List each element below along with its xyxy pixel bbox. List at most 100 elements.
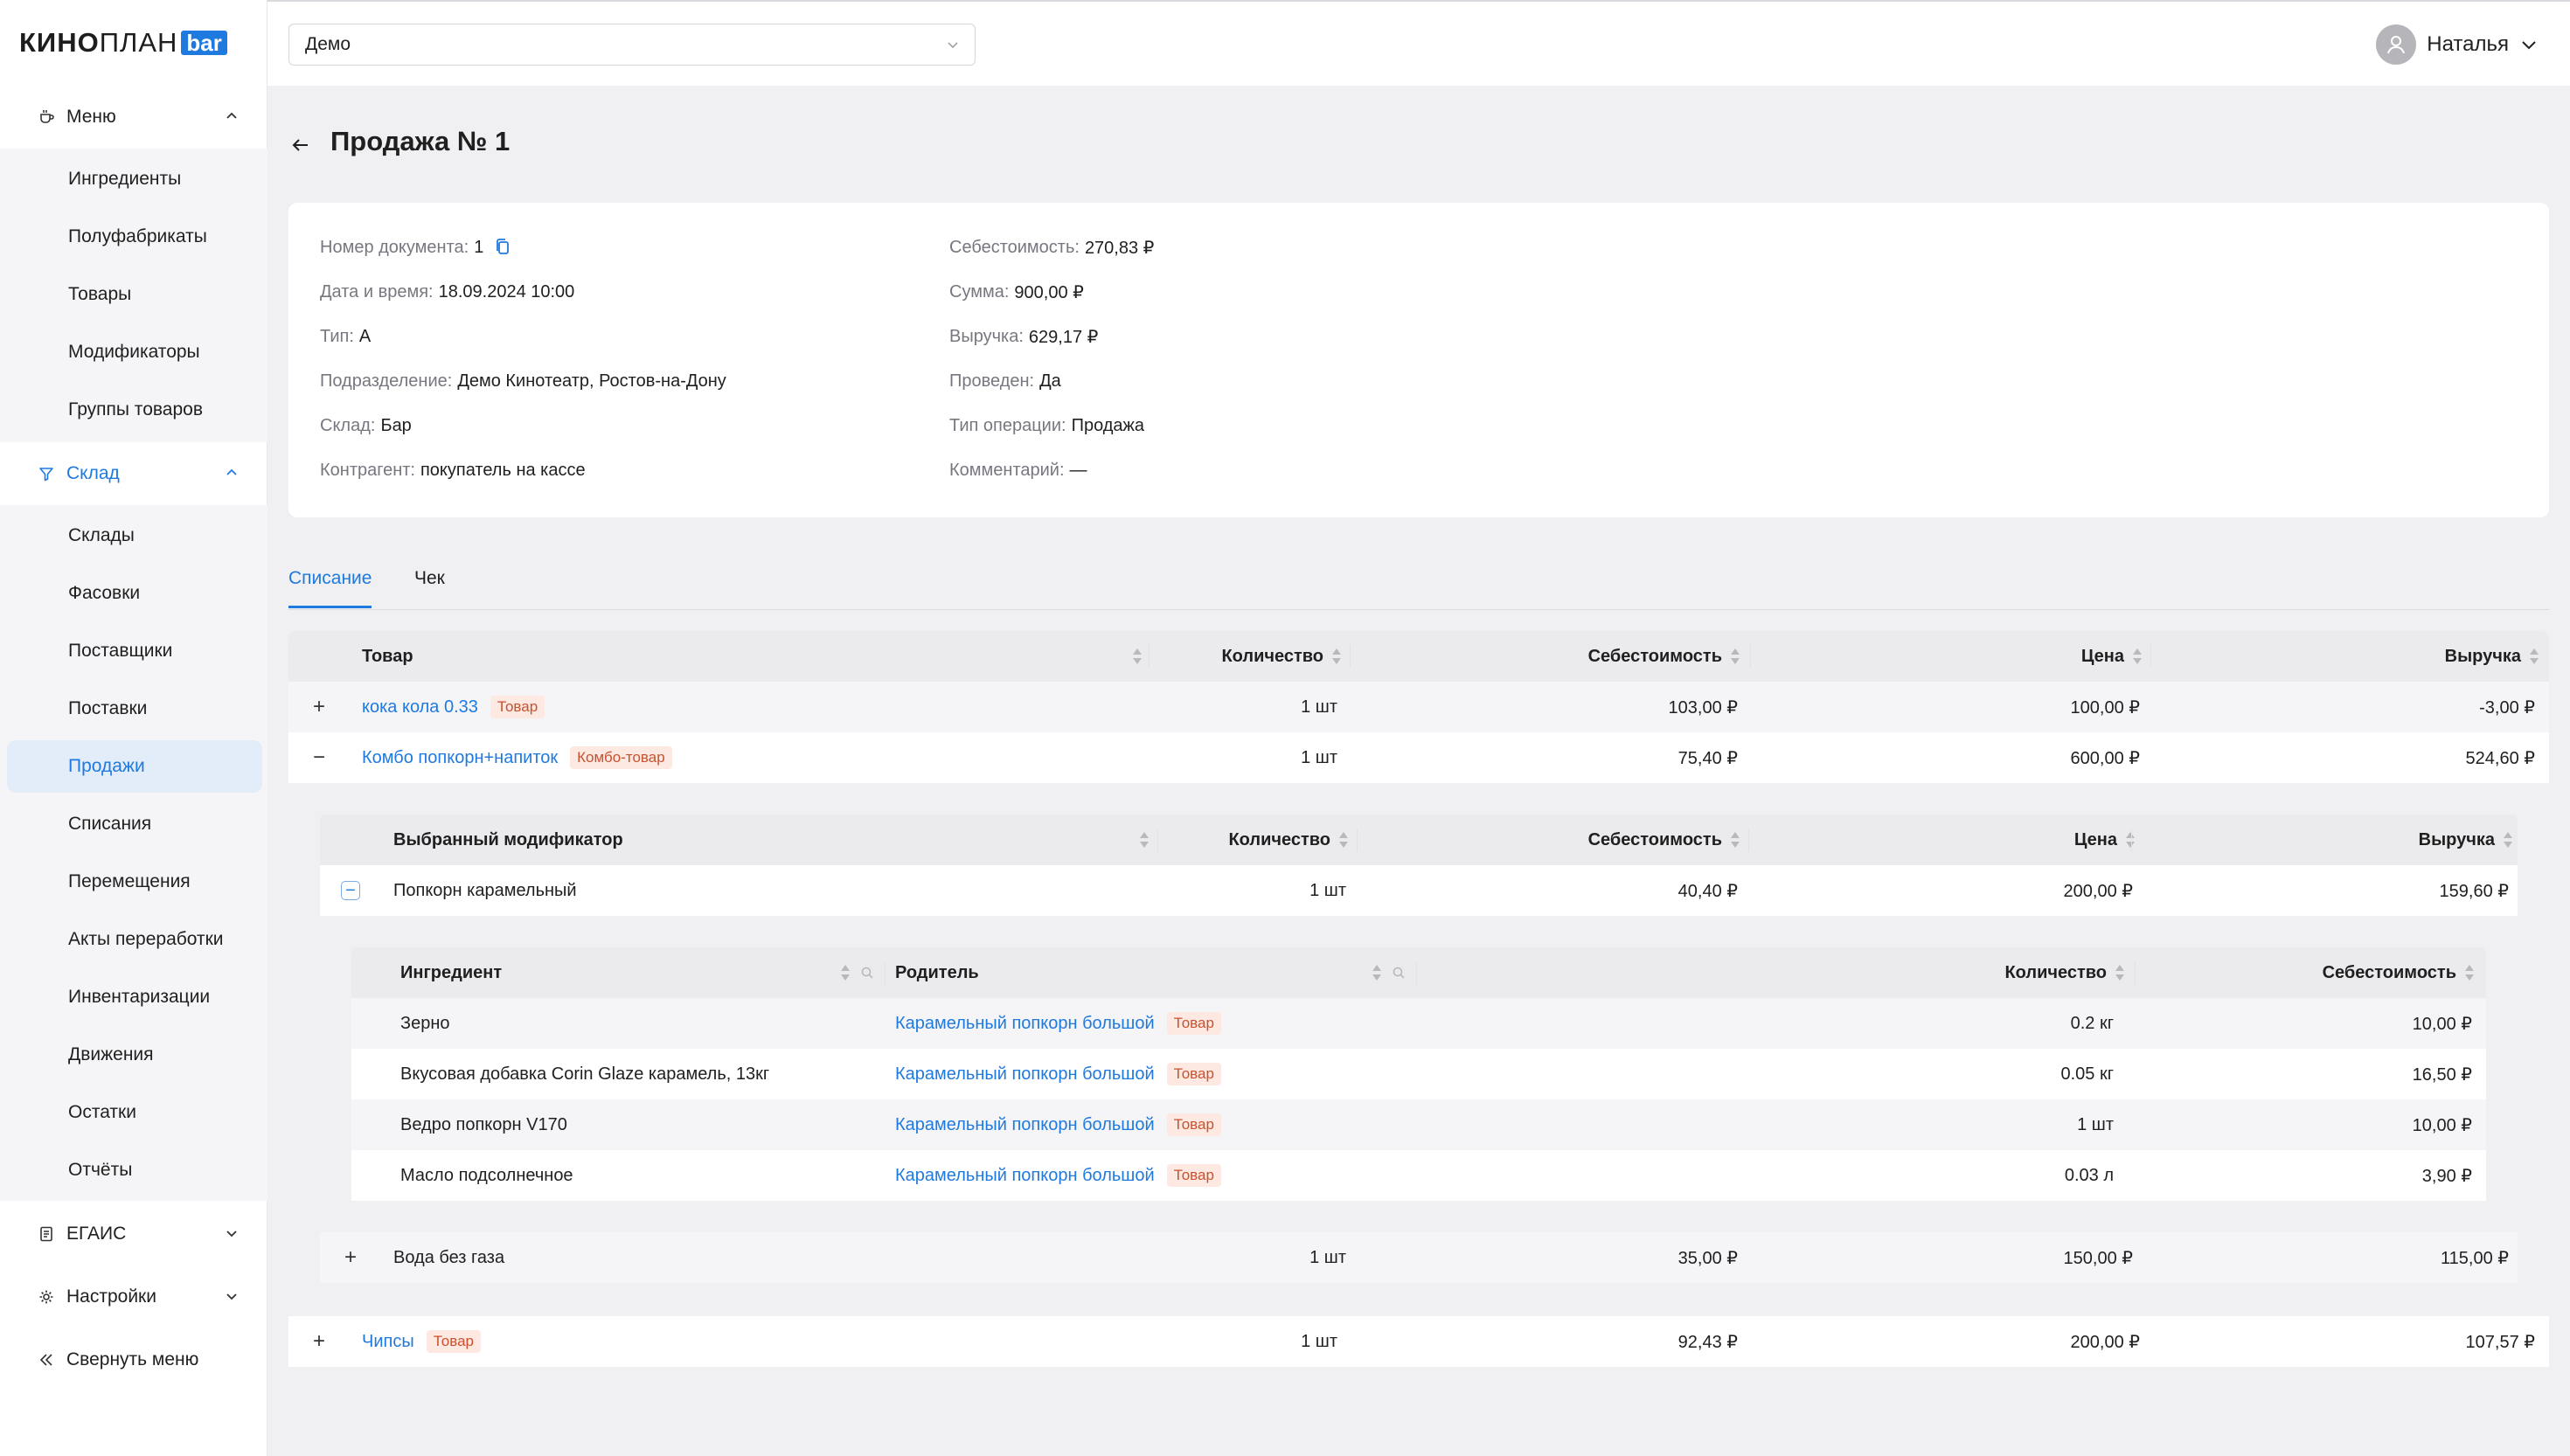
sidebar-item-movements[interactable]: Движения: [0, 1026, 267, 1084]
col-header-ingredient[interactable]: Ингредиент: [400, 947, 575, 998]
info-revenue: Выручка: 629,17 ₽: [949, 323, 1098, 350]
sidebar-item-suppliers[interactable]: Поставщики: [0, 622, 267, 680]
col-header-revenue[interactable]: Выручка: [2168, 631, 2540, 682]
sidebar-item-label: Отчёты: [68, 1160, 133, 1180]
collapse-row-button[interactable]: −: [341, 881, 360, 900]
sidebar-item-label: Акты переработки: [68, 929, 224, 949]
sort-icon: [2131, 648, 2143, 665]
tab-writeoff[interactable]: Списание: [288, 568, 372, 608]
info-value: 629,17 ₽: [1028, 327, 1099, 347]
user-menu[interactable]: Наталья: [2376, 23, 2539, 66]
info-cost: Себестоимость: 270,83 ₽: [949, 234, 1154, 260]
search-icon[interactable]: [1392, 966, 1406, 980]
column-separator: [885, 961, 886, 984]
parent-link[interactable]: Карамельный попкорн большой: [895, 1064, 1155, 1085]
parent-link[interactable]: Карамельный попкорн большой: [895, 1014, 1155, 1034]
quantity-cell: 0.03 л: [2064, 1165, 2114, 1185]
parent-link[interactable]: Карамельный попкорн большой: [895, 1115, 1155, 1135]
col-header-cost[interactable]: Себестоимость: [1364, 631, 1741, 682]
sidebar-item-stock[interactable]: Остатки: [0, 1084, 267, 1141]
sidebar-item-packaging[interactable]: Фасовки: [0, 565, 267, 622]
sidebar-item-modifiers[interactable]: Модификаторы: [0, 323, 267, 381]
info-label: Комментарий:: [949, 460, 1065, 480]
parent-cell: Карамельный попкорн большой Товар: [895, 1049, 1221, 1099]
sidebar-item-writeoffs[interactable]: Списания: [0, 795, 267, 853]
info-label: Тип:: [320, 326, 354, 346]
sidebar-group-settings[interactable]: Настройки: [0, 1265, 267, 1328]
product-link[interactable]: кока кола 0.33: [362, 697, 478, 718]
collapse-row-button[interactable]: −: [309, 747, 329, 768]
parent-link[interactable]: Карамельный попкорн большой: [895, 1166, 1155, 1186]
col-header-selected-modifier[interactable]: Выбранный модификатор: [393, 815, 673, 865]
page-header: Продажа № 1: [288, 122, 510, 161]
col-header-price[interactable]: Цена: [1762, 815, 2136, 865]
sort-icon: [1729, 831, 1741, 849]
quantity-cell: 0.05 кг: [2060, 1064, 2114, 1084]
sidebar-item-label: Модификаторы: [68, 342, 200, 362]
col-header-cost[interactable]: Себестоимость: [2143, 947, 2476, 998]
col-header-revenue[interactable]: Выручка: [2147, 815, 2514, 865]
sidebar-item-goods[interactable]: Товары: [0, 266, 267, 323]
cost-cell: 10,00 ₽: [2412, 1014, 2472, 1034]
col-header-quantity[interactable]: Количество: [1427, 947, 2126, 998]
sort-icon[interactable]: [1138, 831, 1150, 849]
ingredient-cell: Ведро попкорн V170: [400, 1114, 567, 1134]
info-value: 270,83 ₽: [1084, 238, 1155, 258]
sidebar-group-egais[interactable]: ЕГАИС: [0, 1203, 267, 1265]
expand-row-button[interactable]: +: [341, 1247, 360, 1268]
sidebar-group-sklad[interactable]: Склад: [0, 442, 267, 505]
sort-icon[interactable]: [1371, 964, 1383, 981]
column-separator: [2135, 961, 2136, 984]
sidebar-item-label: Движения: [68, 1044, 154, 1064]
search-icon[interactable]: [860, 966, 874, 980]
revenue-cell: 524,60 ₽: [2465, 748, 2535, 768]
product-cell: Чипсы Товар: [362, 1316, 481, 1367]
col-header-quantity[interactable]: Количество: [1163, 631, 1343, 682]
sidebar-item-deliveries[interactable]: Поставки: [0, 680, 267, 738]
info-label: Выручка:: [949, 326, 1024, 346]
sidebar-item-processing-acts[interactable]: Акты переработки: [0, 911, 267, 968]
sort-icon[interactable]: [839, 964, 851, 981]
collapse-menu-button[interactable]: Свернуть меню: [0, 1328, 267, 1391]
organization-select[interactable]: Демо: [288, 24, 976, 66]
product-link[interactable]: Комбо попкорн+напиток: [362, 748, 558, 768]
col-header-product[interactable]: Товар: [362, 631, 554, 682]
info-label: Подразделение:: [320, 371, 453, 391]
quantity-cell: 1 шт: [2077, 1114, 2114, 1134]
sidebar-item-semifinished[interactable]: Полуфабрикаты: [0, 208, 267, 266]
sidebar-item-transfers[interactable]: Перемещения: [0, 853, 267, 911]
column-separator: [2150, 645, 2151, 668]
sort-icon[interactable]: [1131, 648, 1143, 665]
info-doc-number: Номер документа: 1: [320, 234, 511, 260]
info-label: Номер документа:: [320, 237, 469, 257]
col-header-cost[interactable]: Себестоимость: [1369, 815, 1741, 865]
sidebar-item-ingredients[interactable]: Ингредиенты: [0, 150, 267, 208]
sidebar-item-reports[interactable]: Отчёты: [0, 1141, 267, 1199]
info-label: Себестоимость:: [949, 237, 1080, 257]
logo[interactable]: КИНОПЛАН bar: [19, 27, 227, 58]
col-header-price[interactable]: Цена: [1766, 631, 2143, 682]
sort-icon: [2502, 831, 2514, 849]
back-arrow-icon[interactable]: [288, 133, 313, 157]
sidebar-item-sales[interactable]: Продажи: [7, 740, 262, 793]
sort-icon: [2124, 831, 2136, 849]
logo-text-bold: КИНО: [19, 27, 100, 58]
info-value: Демо Кинотеатр, Ростов-на-Дону: [457, 371, 726, 391]
price-cell: 200,00 ₽: [2070, 1332, 2140, 1352]
sidebar-item-label: Инвентаризации: [68, 987, 211, 1007]
sidebar-item-warehouses[interactable]: Склады: [0, 507, 267, 565]
sidebar-item-label: Фасовки: [68, 583, 141, 603]
col-header-quantity[interactable]: Количество: [1168, 815, 1350, 865]
sidebar-item-inventories[interactable]: Инвентаризации: [0, 968, 267, 1026]
expand-row-button[interactable]: +: [309, 1331, 329, 1352]
sidebar-item-product-groups[interactable]: Группы товаров: [0, 381, 267, 439]
expand-row-button[interactable]: +: [309, 697, 329, 718]
cost-cell: 35,00 ₽: [1677, 1248, 1738, 1268]
col-header-parent[interactable]: Родитель: [895, 947, 1087, 998]
copy-icon[interactable]: [494, 238, 511, 257]
product-link[interactable]: Чипсы: [362, 1332, 414, 1352]
sidebar-group-label: ЕГАИС: [66, 1224, 127, 1244]
info-value: 1: [474, 237, 484, 257]
tab-receipt[interactable]: Чек: [414, 568, 445, 608]
sidebar-group-menu[interactable]: Меню: [0, 86, 267, 149]
